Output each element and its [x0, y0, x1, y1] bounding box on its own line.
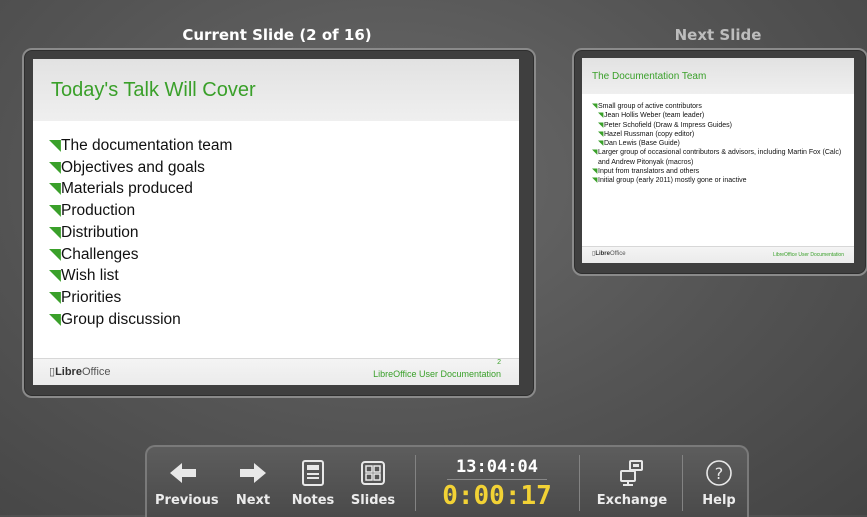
- bullet-icon: ◥: [592, 177, 598, 185]
- bullet-item: ◥ Hazel Russman (copy editor): [598, 130, 695, 138]
- bullet-icon: ◥: [49, 245, 61, 263]
- exchange-button[interactable]: Exchange: [592, 457, 672, 513]
- help-button[interactable]: ? Help: [691, 457, 747, 513]
- bullet-icon: ◥: [598, 140, 604, 148]
- current-slide-bullets: ◥ The documentation team ◥ Objectives and …: [49, 135, 232, 330]
- bullet-icon: ◥: [49, 310, 61, 328]
- bullet-item: ◥ Small group of active contributors: [592, 103, 702, 110]
- toolbar-separator: [415, 455, 416, 511]
- toolbar-separator: [682, 455, 683, 511]
- previous-button[interactable]: Previous: [155, 457, 219, 513]
- slide-footer: ▯LibreOffice 2 LibreOffice User Document…: [33, 358, 519, 385]
- slide-footer-text: LibreOffice User Documentation: [373, 369, 501, 379]
- current-time: 13:04:04: [456, 457, 538, 477]
- next-slide-title: The Documentation Team: [592, 71, 707, 82]
- bullet-item: ◥ Input from translators and others: [592, 168, 700, 176]
- bullet-item: ◥ Dan Lewis (Base Guide): [598, 140, 680, 148]
- next-slide-bullets: ◥ Small group of active contributors ◥ Jea…: [592, 102, 850, 186]
- bullet-item: ◥ Distribution: [49, 222, 232, 244]
- bullet-item: ◥ Priorities: [49, 287, 232, 309]
- bullet-icon: ◥: [592, 103, 598, 110]
- current-slide-title: Today's Talk Will Cover: [51, 79, 256, 101]
- bullet-item: ◥ Peter Schofield (Draw & Impress Guides): [598, 121, 732, 129]
- slide-page-number: 2: [497, 359, 501, 366]
- current-slide-heading: Current Slide (2 of 16): [182, 26, 372, 44]
- exchange-monitors-icon: [592, 457, 672, 489]
- svg-text:?: ?: [715, 464, 724, 483]
- libreoffice-logo: ▯LibreOffice: [49, 366, 111, 378]
- clock-divider: [447, 479, 547, 480]
- bullet-item: ◥ Challenges: [49, 244, 232, 266]
- bullet-item: ◥ Objectives and goals: [49, 157, 232, 179]
- bullet-icon: ◥: [49, 223, 61, 241]
- bullet-icon: ◥: [598, 130, 604, 138]
- next-slide-preview[interactable]: The Documentation Team ◥ Small group of a…: [582, 58, 854, 263]
- bullet-icon: ◥: [598, 121, 604, 129]
- bullet-item: ◥ The documentation team: [49, 135, 232, 157]
- arrow-left-icon: [155, 457, 211, 489]
- bullet-item: ◥ Wish list: [49, 265, 232, 287]
- slide-footer: ▯LibreOffice LibreOffice User Documentat…: [582, 246, 854, 263]
- notes-button[interactable]: Notes: [285, 457, 341, 513]
- bullet-icon: ◥: [49, 180, 61, 198]
- bullet-icon: ◥: [49, 267, 61, 285]
- bullet-item: ◥ Larger group of occasional contributors…: [592, 149, 842, 166]
- bullet-icon: ◥: [598, 112, 604, 120]
- bullet-icon: ◥: [49, 137, 61, 154]
- bullet-item: ◥ Initial group (early 2011) mostly gone …: [592, 177, 747, 185]
- bullet-icon: ◥: [592, 149, 598, 157]
- toolbar-separator: [579, 455, 580, 511]
- help-icon: ?: [691, 457, 747, 489]
- bullet-icon: ◥: [49, 202, 61, 220]
- presenter-toolbar: Previous Next Notes Slides 13:04:04 0:00…: [145, 445, 749, 517]
- bullet-item: ◥ Materials produced: [49, 178, 232, 200]
- slide-footer-text: LibreOffice User Documentation: [772, 252, 844, 258]
- slides-button[interactable]: Slides: [345, 457, 401, 513]
- notes-icon: [285, 457, 341, 489]
- clock-panel: 13:04:04 0:00:17: [427, 457, 567, 510]
- bullet-item: ◥ Jean Hollis Weber (team leader): [598, 112, 705, 120]
- bullet-icon: ◥: [49, 288, 61, 306]
- bullet-icon: ◥: [49, 158, 61, 176]
- next-button[interactable]: Next: [225, 457, 281, 513]
- current-slide-preview[interactable]: Today's Talk Will Cover ◥ The documentati…: [33, 59, 519, 385]
- arrow-right-icon: [225, 457, 281, 489]
- libreoffice-logo: ▯LibreOffice: [592, 251, 626, 257]
- next-slide-heading: Next Slide: [674, 26, 762, 44]
- elapsed-timer[interactable]: 0:00:17: [427, 482, 567, 510]
- bullet-item: ◥ Production: [49, 200, 232, 222]
- slides-grid-icon: [345, 457, 401, 489]
- bullet-item: ◥ Group discussion: [49, 309, 232, 331]
- bullet-icon: ◥: [592, 168, 598, 176]
